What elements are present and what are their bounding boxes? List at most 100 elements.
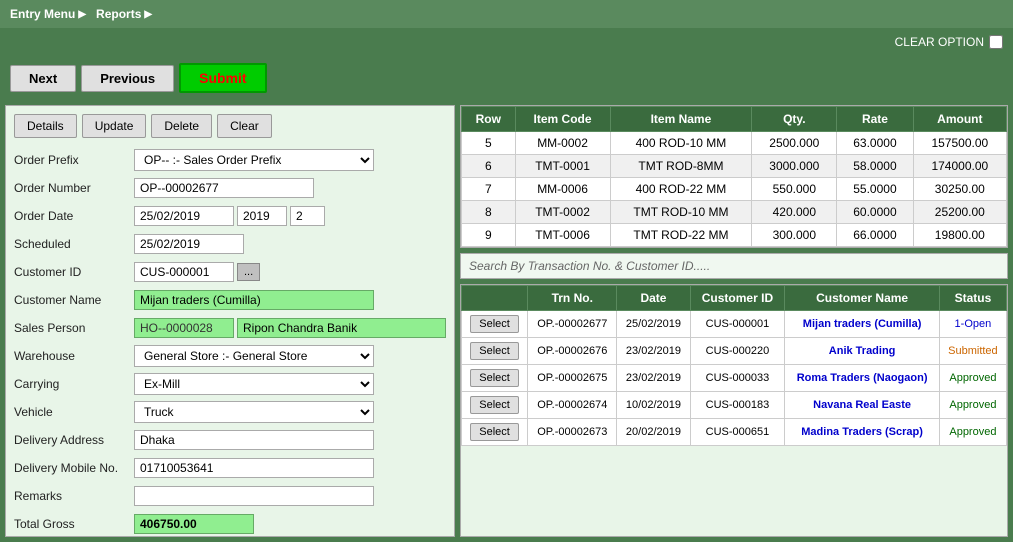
cust-name-cell[interactable]: Roma Traders (Naogaon) bbox=[785, 365, 939, 392]
trn-cell: OP.-00002677 bbox=[528, 311, 617, 338]
col-header-item-name: Item Name bbox=[610, 107, 752, 132]
cell-amount: 25200.00 bbox=[913, 201, 1006, 224]
cust-name-cell[interactable]: Anik Trading bbox=[785, 338, 939, 365]
cell-row: 7 bbox=[462, 178, 516, 201]
select-cell[interactable]: Select bbox=[462, 338, 528, 365]
date-cell: 23/02/2019 bbox=[617, 365, 690, 392]
vehicle-row: Vehicle Truck bbox=[14, 400, 446, 424]
select-button[interactable]: Select bbox=[470, 369, 519, 387]
list-item: Select OP.-00002676 23/02/2019 CUS-00022… bbox=[462, 338, 1007, 365]
customer-id-input[interactable] bbox=[134, 262, 234, 282]
sales-person-label: Sales Person bbox=[14, 321, 134, 335]
cust-id-cell: CUS-000183 bbox=[690, 392, 785, 419]
details-button[interactable]: Details bbox=[14, 114, 77, 138]
select-cell[interactable]: Select bbox=[462, 365, 528, 392]
entry-menu-item[interactable]: Entry Menu ▶ bbox=[10, 7, 86, 21]
warehouse-label: Warehouse bbox=[14, 349, 134, 363]
order-seq-input[interactable] bbox=[290, 206, 325, 226]
clear-button[interactable]: Clear bbox=[217, 114, 272, 138]
cell-item-name: TMT ROD-8MM bbox=[610, 155, 752, 178]
submit-button[interactable]: Submit bbox=[179, 63, 266, 93]
order-number-input[interactable] bbox=[134, 178, 314, 198]
delivery-mobile-row: Delivery Mobile No. bbox=[14, 456, 446, 480]
vehicle-select[interactable]: Truck bbox=[134, 401, 374, 423]
cell-item-name: TMT ROD-22 MM bbox=[610, 224, 752, 247]
cust-id-cell: CUS-000033 bbox=[690, 365, 785, 392]
menu-bar: Entry Menu ▶ Reports ▶ bbox=[0, 0, 1013, 28]
cell-rate: 60.0000 bbox=[837, 201, 913, 224]
cell-item-code: TMT-0001 bbox=[515, 155, 610, 178]
col-header-row: Row bbox=[462, 107, 516, 132]
select-button[interactable]: Select bbox=[470, 315, 519, 333]
reports-menu-item[interactable]: Reports ▶ bbox=[96, 7, 152, 21]
trn-cell: OP.-00002674 bbox=[528, 392, 617, 419]
cust-name-cell[interactable]: Navana Real Easte bbox=[785, 392, 939, 419]
customer-browse-button[interactable]: ... bbox=[237, 263, 260, 281]
order-date-input[interactable] bbox=[134, 206, 234, 226]
cust-name-cell[interactable]: Madina Traders (Scrap) bbox=[785, 419, 939, 446]
col-header-trn: Trn No. bbox=[528, 286, 617, 311]
delete-button[interactable]: Delete bbox=[151, 114, 212, 138]
cell-item-code: TMT-0002 bbox=[515, 201, 610, 224]
delivery-address-label: Delivery Address bbox=[14, 433, 134, 447]
cell-row: 9 bbox=[462, 224, 516, 247]
list-item: Select OP.-00002673 20/02/2019 CUS-00065… bbox=[462, 419, 1007, 446]
list-item: Select OP.-00002677 25/02/2019 CUS-00000… bbox=[462, 311, 1007, 338]
cell-amount: 30250.00 bbox=[913, 178, 1006, 201]
select-button[interactable]: Select bbox=[470, 342, 519, 360]
remarks-label: Remarks bbox=[14, 489, 134, 503]
order-prefix-select[interactable]: OP-- :- Sales Order Prefix bbox=[134, 149, 374, 171]
total-gross-label: Total Gross bbox=[14, 517, 134, 531]
clear-option-label: CLEAR OPTION bbox=[895, 35, 984, 49]
date-cell: 23/02/2019 bbox=[617, 338, 690, 365]
next-button[interactable]: Next bbox=[10, 65, 76, 92]
action-buttons: Details Update Delete Clear bbox=[14, 114, 446, 138]
warehouse-select[interactable]: General Store :- General Store bbox=[134, 345, 374, 367]
select-cell[interactable]: Select bbox=[462, 392, 528, 419]
cust-name-cell[interactable]: Mijan traders (Cumilla) bbox=[785, 311, 939, 338]
select-cell[interactable]: Select bbox=[462, 419, 528, 446]
status-cell: Submitted bbox=[939, 338, 1006, 365]
previous-button[interactable]: Previous bbox=[81, 65, 174, 92]
carrying-select[interactable]: Ex-Mill bbox=[134, 373, 374, 395]
warehouse-row: Warehouse General Store :- General Store bbox=[14, 344, 446, 368]
cell-item-name: TMT ROD-10 MM bbox=[610, 201, 752, 224]
delivery-address-input[interactable] bbox=[134, 430, 374, 450]
col-header-rate: Rate bbox=[837, 107, 913, 132]
order-date-row: Order Date bbox=[14, 204, 446, 228]
select-cell[interactable]: Select bbox=[462, 311, 528, 338]
sales-person-code-input[interactable] bbox=[134, 318, 234, 338]
status-cell: Approved bbox=[939, 419, 1006, 446]
carrying-row: Carrying Ex-Mill bbox=[14, 372, 446, 396]
delivery-mobile-input[interactable] bbox=[134, 458, 374, 478]
clear-option-checkbox[interactable] bbox=[989, 35, 1003, 49]
select-button[interactable]: Select bbox=[470, 423, 519, 441]
order-year-input[interactable] bbox=[237, 206, 287, 226]
cell-amount: 19800.00 bbox=[913, 224, 1006, 247]
search-bar[interactable]: Search By Transaction No. & Customer ID.… bbox=[460, 253, 1008, 279]
table-row: 8 TMT-0002 TMT ROD-10 MM 420.000 60.0000… bbox=[462, 201, 1007, 224]
trn-cell: OP.-00002673 bbox=[528, 419, 617, 446]
scheduled-label: Scheduled bbox=[14, 237, 134, 251]
order-prefix-row: Order Prefix OP-- :- Sales Order Prefix bbox=[14, 148, 446, 172]
scheduled-row: Scheduled bbox=[14, 232, 446, 256]
remarks-input[interactable] bbox=[134, 486, 374, 506]
trn-cell: OP.-00002675 bbox=[528, 365, 617, 392]
cell-amount: 174000.00 bbox=[913, 155, 1006, 178]
total-gross-display: 406750.00 bbox=[134, 514, 254, 534]
cell-row: 5 bbox=[462, 132, 516, 155]
carrying-label: Carrying bbox=[14, 377, 134, 391]
cell-rate: 66.0000 bbox=[837, 224, 913, 247]
select-button[interactable]: Select bbox=[470, 396, 519, 414]
update-button[interactable]: Update bbox=[82, 114, 147, 138]
cell-qty: 300.000 bbox=[752, 224, 837, 247]
col-header-date: Date bbox=[617, 286, 690, 311]
table-row: 7 MM-0006 400 ROD-22 MM 550.000 55.0000 … bbox=[462, 178, 1007, 201]
entry-menu-arrow: ▶ bbox=[78, 9, 86, 20]
scheduled-input[interactable] bbox=[134, 234, 244, 254]
col-header-amount: Amount bbox=[913, 107, 1006, 132]
col-header-select bbox=[462, 286, 528, 311]
customer-name-display: Mijan traders (Cumilla) bbox=[134, 290, 374, 310]
cell-row: 8 bbox=[462, 201, 516, 224]
transactions-table: Trn No. Date Customer ID Customer Name S… bbox=[461, 285, 1007, 446]
